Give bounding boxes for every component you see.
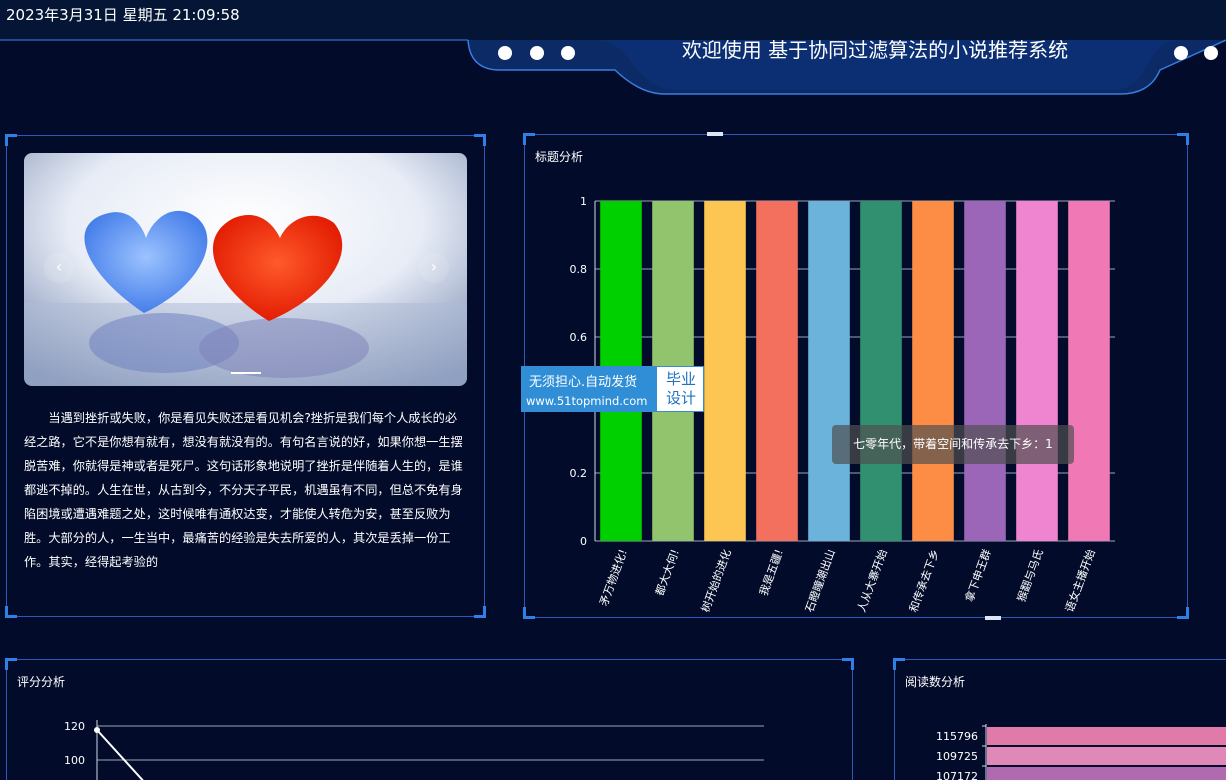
carousel-next-button[interactable]: ›	[419, 253, 449, 283]
y-tick-label: 0.2	[570, 467, 588, 480]
bar[interactable]	[987, 747, 1226, 765]
page-title: 欢迎使用 基于协同过滤算法的小说推荐系统	[681, 38, 1069, 62]
bar[interactable]	[808, 201, 850, 541]
x-tick-label: 语女主播开始	[1062, 547, 1098, 614]
bar[interactable]	[912, 201, 954, 541]
read-chart-panel: 阅读数分析 115796 109725 107172	[893, 658, 1226, 780]
dot-icon	[1204, 46, 1218, 60]
intro-panel: ‹ › 当遇到挫折或失败，你是看见失败还是看见机会?挫折是我们每个人成长的必经之…	[5, 134, 486, 618]
y-tick-label: 0.8	[570, 263, 588, 276]
watermark-badge: 毕业设计	[665, 370, 696, 407]
y-tick-label: 107172	[936, 770, 978, 780]
chart-tooltip: 七零年代，带着空间和传承去下乡：1	[832, 425, 1074, 464]
watermark-ad[interactable]: 无须担心.自动发货 www.51topmind.com 毕业设计	[521, 366, 704, 412]
x-tick-label: 树开始的进化	[698, 547, 734, 614]
watermark-line1: 无须担心.自动发货	[529, 375, 638, 390]
hearts-image	[24, 153, 467, 386]
score-line-chart[interactable]: 120 100	[7, 660, 854, 780]
y-tick-label: 115796	[936, 730, 978, 743]
x-tick-label: 都大大何!	[652, 547, 682, 597]
y-tick-label: 1	[580, 195, 587, 208]
dot-icon	[561, 46, 575, 60]
x-tick-label: 人从大寨开始	[854, 547, 890, 614]
dot-icon	[498, 46, 512, 60]
watermark-url: www.51topmind.com	[526, 394, 648, 408]
bar[interactable]	[1068, 201, 1110, 541]
reads-bar-chart[interactable]: 115796 109725 107172	[895, 660, 1226, 780]
x-tick-label: 矛万物进化!	[596, 547, 629, 608]
x-tick-label: 猴翻与马氏	[1014, 547, 1046, 603]
dot-icon	[1174, 46, 1188, 60]
image-carousel[interactable]: ‹ ›	[24, 153, 467, 386]
x-tick-label: 拿下申王群	[962, 547, 994, 603]
bar[interactable]	[704, 201, 746, 541]
x-tick-label: 我是五疆!	[757, 548, 786, 598]
carousel-prev-button[interactable]: ‹	[44, 253, 74, 283]
score-chart-panel: 评分分析 120 100	[5, 658, 854, 780]
y-tick-label: 100	[64, 754, 85, 767]
bar[interactable]	[860, 201, 902, 541]
x-tick-label: 石瞪瞳潮出山	[802, 547, 838, 614]
y-tick-label: 109725	[936, 750, 978, 763]
bar[interactable]	[756, 201, 798, 541]
carousel-indicator[interactable]	[231, 372, 261, 374]
datetime: 2023年3月31日 星期五 21:09:58	[6, 6, 240, 24]
series-line	[96, 729, 144, 780]
y-tick-label: 0.6	[570, 331, 588, 344]
chevron-right-icon: ›	[430, 257, 438, 276]
chevron-left-icon: ‹	[55, 257, 63, 276]
bar[interactable]	[1016, 201, 1058, 541]
intro-text: 当遇到挫折或失败，你是看见失败还是看见机会?挫折是我们每个人成长的必经之路，它不…	[24, 411, 463, 569]
x-tick-label: 和传承去下乡	[907, 548, 942, 614]
bar[interactable]	[987, 727, 1226, 745]
dot-icon	[530, 46, 544, 60]
y-tick-label: 0	[580, 535, 587, 548]
bar[interactable]	[964, 201, 1006, 541]
bar[interactable]	[987, 767, 1226, 780]
y-tick-label: 120	[64, 720, 85, 733]
data-point[interactable]	[94, 727, 100, 733]
